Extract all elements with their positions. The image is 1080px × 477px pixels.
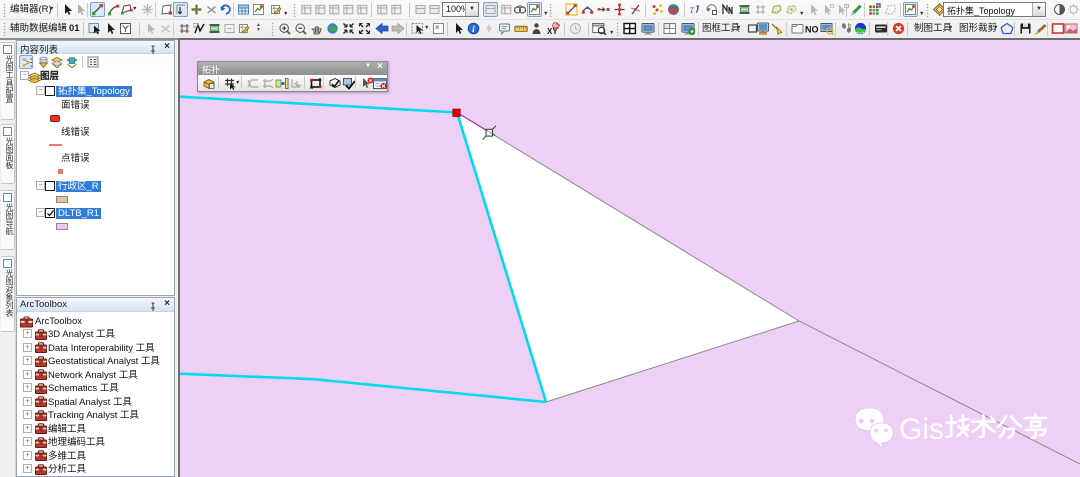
svg-text:b: b — [848, 23, 851, 29]
svg-text:NO: NO — [805, 25, 819, 35]
svg-text:T: T — [689, 6, 694, 15]
svg-text:i: i — [472, 25, 475, 35]
svg-text:@: @ — [554, 23, 560, 30]
svg-text:Gis: Gis — [899, 413, 944, 446]
